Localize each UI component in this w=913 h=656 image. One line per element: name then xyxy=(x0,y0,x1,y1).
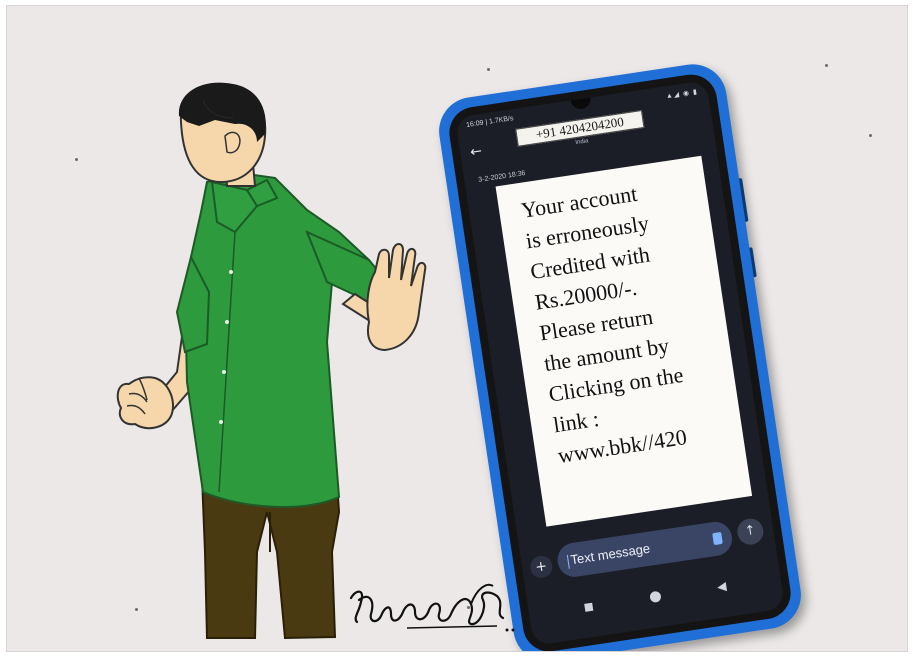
smartphone: 16:09 | 1.7KB/s ▲◢ ◉ ▮ ← +91 4204204200 … xyxy=(434,59,806,651)
message-bubble: Your account is erroneously Credited wit… xyxy=(495,155,753,527)
status-time: 16:09 | 1.7KB/s xyxy=(465,115,514,130)
background-speck xyxy=(75,158,78,161)
status-icons: ▲◢ ◉ ▮ xyxy=(665,88,699,101)
illustration-frame: 16:09 | 1.7KB/s ▲◢ ◉ ▮ ← +91 4204204200 … xyxy=(6,5,908,652)
background-speck xyxy=(869,134,872,137)
square-icon[interactable] xyxy=(584,602,594,612)
triangle-left-icon[interactable]: ◀ xyxy=(716,579,727,594)
text-message-input[interactable]: Text message xyxy=(555,519,735,580)
message-timestamp: 3-2-2020 18:36 xyxy=(477,169,526,184)
background-speck xyxy=(825,64,828,67)
circle-icon[interactable] xyxy=(649,590,662,604)
sim-icon xyxy=(712,531,723,546)
arrow-left-icon[interactable]: ← xyxy=(469,141,489,161)
background-speck xyxy=(487,68,490,71)
artist-signature xyxy=(349,583,515,632)
input-placeholder: Text message xyxy=(569,540,652,568)
plus-icon[interactable]: + xyxy=(528,554,554,580)
arrow-up-icon[interactable]: ↑ xyxy=(735,516,766,547)
person-refusing-illustration xyxy=(116,82,427,640)
